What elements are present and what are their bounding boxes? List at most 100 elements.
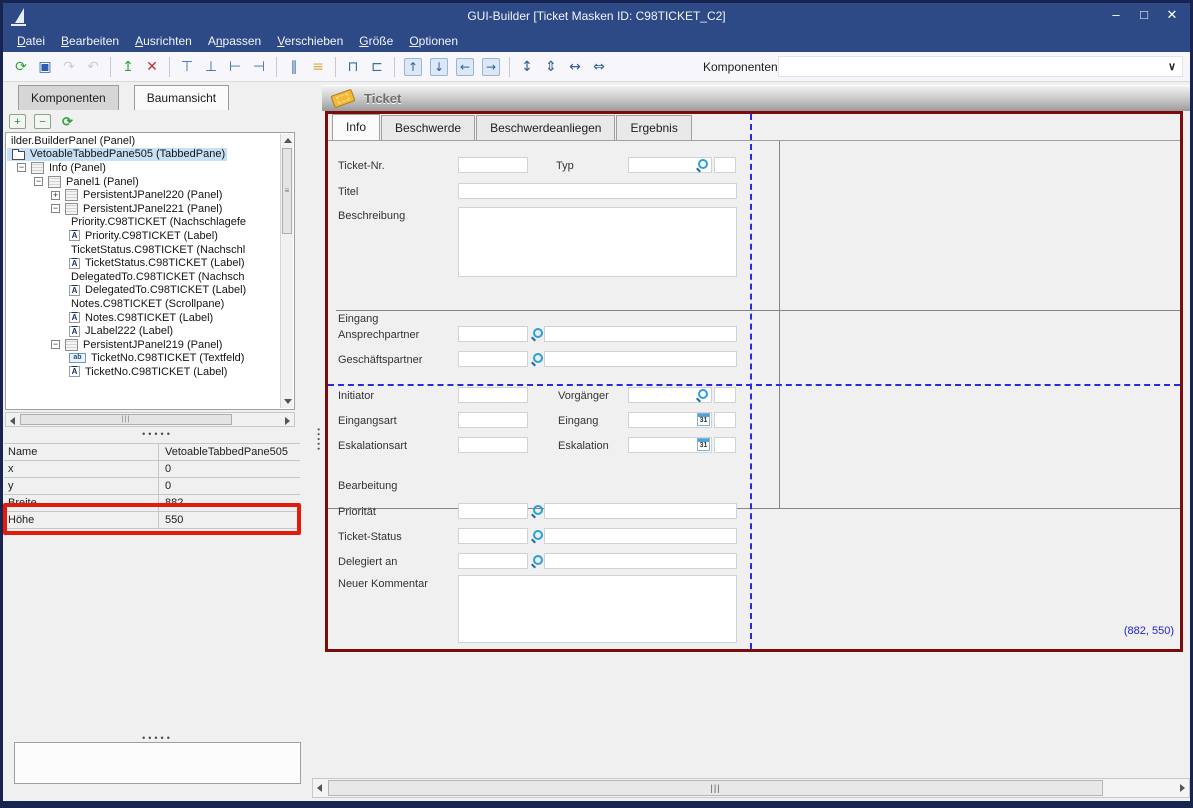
form-tab-info[interactable]: Info (332, 114, 380, 140)
tree-item[interactable]: Notes.C98TICKET (Scrollpane) (7, 297, 226, 311)
menu-ausrichten[interactable]: Ausrichten (127, 32, 200, 50)
design-horizontal-scrollbar[interactable]: ||| (312, 778, 1190, 798)
tree-item[interactable]: −Panel1 (Panel) (7, 175, 141, 189)
eingang-extra-box[interactable] (714, 412, 736, 428)
refresh-tree-button[interactable]: ⟳ (59, 114, 76, 129)
expand-all-button[interactable]: + (9, 114, 26, 129)
tree-vscroll-thumb[interactable]: ≡ (282, 148, 292, 234)
collapse-all-button[interactable]: − (34, 114, 51, 129)
eskalation-extra-box[interactable] (714, 437, 736, 453)
tree-item[interactable]: abTicketNo.C98TICKET (Textfeld) (7, 352, 246, 366)
snap-left-button[interactable]: ⊏ (366, 56, 388, 78)
ticket-status-search-icon[interactable] (531, 530, 543, 542)
delegiert-an-search-icon[interactable] (531, 555, 543, 567)
tree-item[interactable]: ilder.BuilderPanel (Panel) (7, 134, 137, 148)
form-tab-ergebnis[interactable]: Ergebnis (616, 115, 691, 140)
prioritaet-search-icon[interactable] (531, 505, 543, 517)
tree-item[interactable]: Priority.C98TICKET (Nachschlagefe (7, 216, 248, 230)
property-row-name[interactable]: NameVetoableTabbedPane505 (4, 444, 300, 461)
collapse-toggle-icon[interactable]: − (51, 204, 60, 213)
tree-item[interactable]: APriority.C98TICKET (Label) (7, 229, 220, 243)
ansprechpartner-name-input[interactable] (544, 326, 737, 342)
tree-hscroll-thumb[interactable]: ||| (20, 414, 232, 425)
tree-item[interactable]: ADelegatedTo.C98TICKET (Label) (7, 284, 248, 298)
property-row-breite[interactable]: Breite882 (4, 495, 300, 512)
save-button[interactable]: ▣ (34, 56, 56, 78)
geschaeftspartner-input[interactable] (458, 351, 528, 367)
tree-horizontal-scrollbar[interactable]: ||| (5, 412, 295, 427)
vorgaenger-search-icon[interactable] (696, 389, 708, 401)
eingangsart-input[interactable] (458, 412, 528, 428)
scroll-left-icon[interactable] (317, 784, 322, 792)
align-left-button[interactable]: ⊢ (224, 56, 246, 78)
move-left-button[interactable]: ← (456, 58, 474, 76)
align-bottom-button[interactable]: ⊥ (200, 56, 222, 78)
align-right-button[interactable]: ⊣ (248, 56, 270, 78)
tree-item[interactable]: DelegatedTo.C98TICKET (Nachsch (7, 270, 246, 284)
prioritaet-input[interactable] (458, 503, 528, 519)
eingang-calendar-icon[interactable]: 31 (697, 413, 710, 426)
property-row-hhe[interactable]: Höhe550 (4, 512, 300, 529)
form-tab-beschwerde[interactable]: Beschwerde (381, 115, 475, 140)
eskalationsart-input[interactable] (458, 437, 528, 453)
ticket-status-name-input[interactable] (544, 528, 737, 544)
beschreibung-textarea[interactable] (458, 207, 737, 277)
menu-verschieben[interactable]: Verschieben (269, 32, 351, 50)
same-width-button[interactable]: ↔ (564, 56, 586, 78)
geschaeftspartner-name-input[interactable] (544, 351, 737, 367)
splitter-handle-top[interactable]: ••••• (3, 429, 312, 439)
property-row-y[interactable]: y0 (4, 478, 300, 495)
tree-item[interactable]: −PersistentJPanel221 (Panel) (7, 202, 224, 216)
menu-optionen[interactable]: Optionen (401, 32, 466, 50)
tree-item[interactable]: AJLabel222 (Label) (7, 324, 175, 338)
design-hscroll-thumb[interactable]: ||| (328, 780, 1103, 796)
prioritaet-name-input[interactable] (544, 503, 737, 519)
komponenten-combobox[interactable]: ∨ (778, 56, 1183, 77)
expand-toggle-icon[interactable]: + (51, 191, 60, 200)
align-top-button[interactable]: ⊤ (176, 56, 198, 78)
ticket-status-input[interactable] (458, 528, 528, 544)
move-up-button[interactable]: ↑ (404, 58, 422, 76)
tab-baumansicht[interactable]: Baumansicht (134, 85, 229, 110)
close-button[interactable]: ✕ (1164, 7, 1180, 23)
chevron-down-icon[interactable]: ∨ (1168, 60, 1176, 73)
snap-top-button[interactable]: ⊓ (342, 56, 364, 78)
ticket-nr-input[interactable] (458, 157, 528, 173)
tree-item[interactable]: −PersistentJPanel219 (Panel) (7, 338, 224, 352)
scroll-right-icon[interactable] (285, 417, 290, 425)
move-right-button[interactable]: → (482, 58, 500, 76)
ansprechpartner-search-icon[interactable] (531, 328, 543, 340)
titel-input[interactable] (458, 183, 737, 199)
design-canvas[interactable]: InfoBeschwerdeBeschwerdeanliegenErgebnis… (325, 111, 1183, 652)
delegiert-an-name-input[interactable] (544, 553, 737, 569)
move-down-button[interactable]: ↓ (430, 58, 448, 76)
menu-anpassen[interactable]: Anpassen (200, 32, 269, 50)
tree-item[interactable]: −Info (Panel) (7, 161, 108, 175)
scroll-left-icon[interactable] (10, 417, 15, 425)
distribute-horizontal-button[interactable]: ∥ (283, 56, 305, 78)
scroll-right-icon[interactable] (1180, 784, 1185, 792)
collapse-toggle-icon[interactable]: − (34, 177, 43, 186)
grow-width-button[interactable]: ⇔ (588, 56, 610, 78)
tree-item[interactable]: VetoableTabbedPane505 (TabbedPane) (7, 148, 227, 162)
property-row-x[interactable]: x0 (4, 461, 300, 478)
menu-gre[interactable]: Größe (351, 32, 401, 50)
same-height-button[interactable]: ↕ (516, 56, 538, 78)
tree-item[interactable]: ANotes.C98TICKET (Label) (7, 311, 215, 325)
refresh-button[interactable]: ⟳ (10, 56, 32, 78)
typ-search-icon[interactable] (696, 159, 708, 171)
collapse-toggle-icon[interactable]: − (17, 163, 26, 172)
tree-item[interactable]: ATicketStatus.C98TICKET (Label) (7, 256, 247, 270)
tree-vertical-scrollbar[interactable]: ≡ (280, 134, 293, 408)
minimize-button[interactable]: – (1108, 7, 1124, 23)
collapse-toggle-icon[interactable]: − (51, 340, 60, 349)
maximize-button[interactable]: □ (1136, 7, 1152, 23)
scroll-down-icon[interactable] (284, 399, 292, 404)
eskalation-calendar-icon[interactable]: 31 (697, 438, 710, 451)
tree-item[interactable]: ATicketNo.C98TICKET (Label) (7, 365, 229, 379)
tab-komponenten[interactable]: Komponenten (18, 85, 119, 110)
panel-splitter[interactable]: ••••• (314, 428, 323, 452)
vorgaenger-extra-box[interactable] (714, 387, 736, 403)
ansprechpartner-input[interactable] (458, 326, 528, 342)
typ-extra-box[interactable] (714, 157, 736, 173)
